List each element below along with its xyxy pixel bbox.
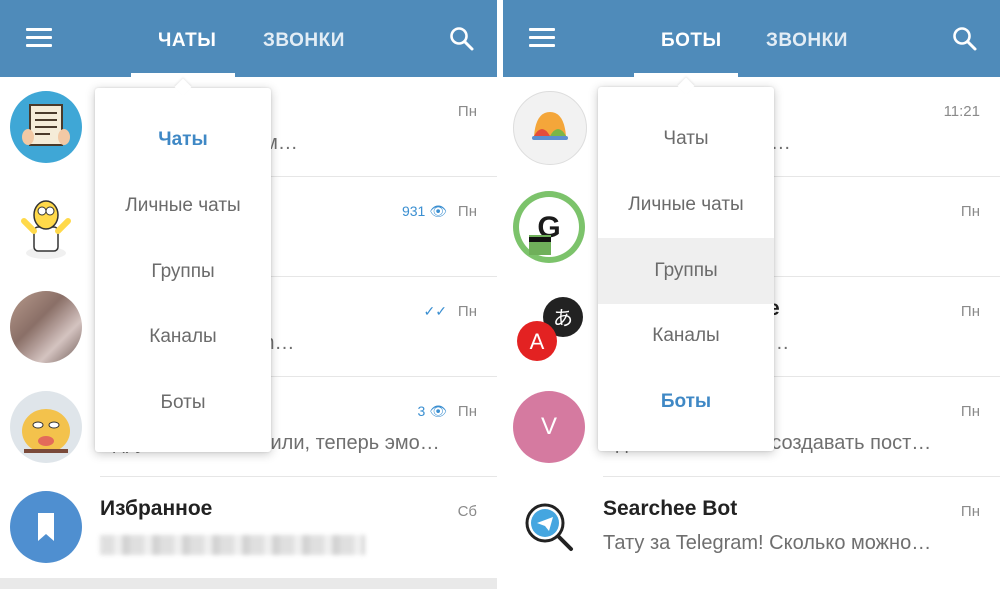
menu-item-private[interactable]: Личные чаты <box>95 173 271 239</box>
right-screen: БОТЫ ЗВОНКИ 11:21 has Chrome brows… G Пн… <box>503 0 1000 589</box>
avatar-letter: V <box>513 391 585 463</box>
chat-row-favorites[interactable]: Избранное Сб <box>0 477 497 577</box>
tab-bots[interactable]: БОТЫ <box>661 30 722 52</box>
avatar <box>513 491 585 563</box>
avatar <box>10 491 82 563</box>
search-icon[interactable] <box>449 26 475 52</box>
menu-item-bots[interactable]: Боты <box>95 370 271 436</box>
views-number: 931 <box>401 203 426 219</box>
menu-item-groups[interactable]: Группы <box>598 238 774 304</box>
chat-time: Пн <box>457 203 477 220</box>
menu-item-private[interactable]: Личные чаты <box>598 172 774 238</box>
chat-time: Пн <box>457 403 477 420</box>
svg-text:A: A <box>530 329 545 354</box>
eye-icon: 👁 <box>429 203 447 219</box>
menu-item-bots[interactable]: Боты <box>598 369 774 435</box>
bookmark-icon <box>38 513 54 541</box>
chat-time: Пн <box>960 203 980 220</box>
views-count: 3 👁 <box>418 403 447 420</box>
menu-item-groups[interactable]: Группы <box>95 239 271 305</box>
menu-item-channels[interactable]: Каналы <box>95 304 271 370</box>
chat-preview: Тату за Telegram! Сколько можно… <box>603 532 932 554</box>
tab-chats[interactable]: ЧАТЫ <box>158 30 216 52</box>
tab-calls[interactable]: ЗВОНКИ <box>766 30 848 52</box>
homer-sticker-icon <box>21 200 71 259</box>
avatar: あA <box>513 291 585 363</box>
document-icon <box>22 104 70 146</box>
translate-icon: あA <box>517 297 583 361</box>
filter-dropdown: Чаты Личные чаты Группы Каналы Боты <box>95 78 271 452</box>
avatar <box>10 191 82 263</box>
bottom-bar <box>0 578 497 589</box>
chat-title: Searchee Bot <box>603 497 738 520</box>
views-count: 931 👁 <box>402 203 447 220</box>
chat-row[interactable]: Searchee Bot Пн Тату за Telegram! Скольк… <box>503 477 1000 577</box>
chat-time: Пн <box>960 403 980 420</box>
menu-item-channels[interactable]: Каналы <box>598 303 774 369</box>
filter-dropdown: Чаты Личные чаты Группы Каналы Боты <box>598 77 774 451</box>
chat-time: Пн <box>960 503 980 520</box>
blurred-preview <box>100 535 365 555</box>
left-screen: ЧАТЫ ЗВОНКИ Пн етили — теперь эм… 931 👁 … <box>0 0 497 589</box>
avatar <box>10 91 82 163</box>
avatar <box>513 91 587 165</box>
chat-time: Сб <box>457 503 477 520</box>
menu-item-chats[interactable]: Чаты <box>95 107 271 173</box>
chat-title: Избранное <box>100 497 213 520</box>
chat-time: Пн <box>960 303 980 320</box>
avatar: G <box>513 191 585 263</box>
svg-text:あ: あ <box>553 306 573 330</box>
avatar <box>10 291 82 363</box>
avatar <box>10 391 82 463</box>
menu-icon[interactable] <box>26 28 52 48</box>
bell-icon <box>532 112 568 140</box>
chat-time: Пн <box>457 103 477 120</box>
menu-icon[interactable] <box>529 28 555 48</box>
chat-time: Пн <box>457 303 477 320</box>
sticker-face-icon <box>22 409 70 453</box>
chat-time: 11:21 <box>943 103 980 120</box>
search-icon[interactable] <box>952 26 978 52</box>
app-header: ЧАТЫ ЗВОНКИ <box>0 0 497 77</box>
double-check-icon: ✓✓ <box>423 303 447 319</box>
g-bot-icon: G <box>519 197 579 257</box>
app-header: БОТЫ ЗВОНКИ <box>503 0 1000 77</box>
menu-item-chats[interactable]: Чаты <box>598 106 774 172</box>
eye-icon: 👁 <box>429 403 447 419</box>
telegram-search-icon <box>525 503 573 551</box>
views-number: 3 <box>417 403 426 419</box>
tab-calls[interactable]: ЗВОНКИ <box>263 30 345 52</box>
